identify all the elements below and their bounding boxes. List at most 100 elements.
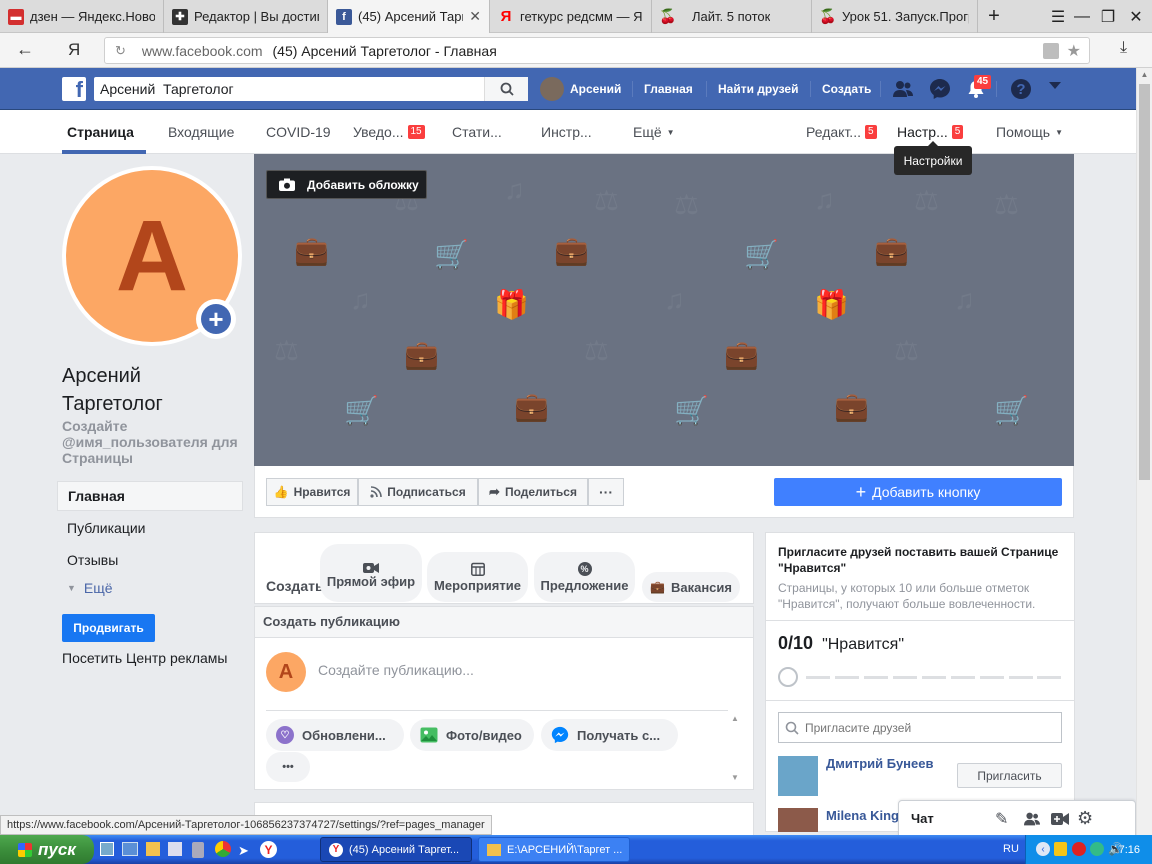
job-button[interactable]: 💼 Вакансия	[642, 572, 740, 602]
follow-button[interactable]: Подписаться	[358, 478, 478, 506]
event-button[interactable]: Мероприятие	[427, 552, 528, 602]
show-desktop-icon[interactable]	[100, 842, 114, 856]
tab-statistics[interactable]: Стати...	[452, 110, 502, 154]
back-arrow-icon[interactable]: ←	[16, 39, 34, 60]
search-input[interactable]	[94, 78, 484, 100]
language-indicator[interactable]: RU	[1003, 843, 1019, 855]
help-icon[interactable]: ?	[1011, 79, 1031, 99]
composer-scrollbar[interactable]: ▲ ▼	[729, 714, 741, 788]
scroll-thumb[interactable]	[1139, 84, 1150, 480]
browser-tab-2[interactable]: ✚ Редактор | Вы достиг	[164, 0, 328, 33]
create-username-link[interactable]: Создайте @имя_пользователя для Страницы	[62, 418, 242, 466]
tray-expand-icon[interactable]: ‹	[1036, 842, 1050, 856]
browser-tab-6[interactable]: 🍒 Урок 51. Запуск.Прогр	[812, 0, 978, 33]
antivirus-icon[interactable]	[1072, 842, 1086, 856]
search-button[interactable]	[484, 77, 528, 101]
friend-name-link[interactable]: Milena King	[826, 808, 899, 823]
get-messages-chip[interactable]: Получать с...	[541, 719, 678, 751]
invite-search-input[interactable]	[805, 720, 1055, 735]
tab-inbox[interactable]: Входящие	[168, 110, 234, 154]
pattern-cart-icon: 🛒	[344, 395, 379, 426]
explorer-icon[interactable]	[122, 842, 138, 856]
close-tab-icon[interactable]: ✕	[469, 8, 481, 25]
promote-button[interactable]: Продвигать	[62, 614, 155, 642]
taskbar-item-folder[interactable]: E:\АРСЕНИЙ\Таргет ...	[478, 837, 630, 862]
browser-tab-5[interactable]: 🍒 Лайт. 5 поток	[652, 0, 812, 33]
chat-settings-gear-icon[interactable]: ⚙	[1077, 808, 1093, 829]
left-nav-home[interactable]: Главная	[57, 481, 243, 511]
tab-page[interactable]: Страница	[67, 110, 134, 154]
cherry-icon: 🍒	[819, 8, 837, 24]
add-photo-button[interactable]: +	[196, 299, 236, 339]
chat-bar[interactable]: Чат ✎ ⚙	[898, 800, 1136, 836]
invite-friend-button[interactable]: Пригласить	[957, 763, 1062, 788]
close-window-icon[interactable]: ✕	[1122, 0, 1150, 33]
browser-tab-4[interactable]: Я геткурс редсмм — Ян	[490, 0, 652, 33]
more-options-button[interactable]: ···	[588, 478, 624, 506]
group-icon[interactable]	[1023, 811, 1041, 827]
notepad-icon[interactable]	[168, 842, 182, 856]
live-video-button[interactable]: Прямой эфир	[320, 544, 422, 602]
telegram-icon[interactable]: ➤	[238, 843, 249, 859]
download-icon[interactable]: ⤓	[1120, 39, 1127, 57]
share-button[interactable]: ➦ Поделиться	[478, 478, 588, 506]
tab-editor[interactable]: Редакт... 5	[806, 110, 877, 154]
new-tab-icon[interactable]: +	[980, 0, 1008, 33]
yandex-logo[interactable]: Я	[68, 40, 80, 60]
phone-icon[interactable]	[192, 842, 204, 858]
account-menu-caret-icon[interactable]	[1049, 82, 1061, 89]
minimize-icon[interactable]: —	[1068, 0, 1096, 33]
yandex-browser-icon[interactable]: Y	[260, 841, 277, 858]
like-button[interactable]: 👍 Нравится	[266, 478, 358, 506]
add-button-cta[interactable]: + Добавить кнопку	[774, 478, 1062, 506]
lock-icon[interactable]	[1042, 42, 1059, 59]
video-call-icon[interactable]	[1051, 811, 1071, 827]
friend-name-link[interactable]: Дмитрий Бунеев	[826, 756, 933, 771]
tab-more[interactable]: Ещё ▼	[633, 110, 675, 154]
network-icon[interactable]	[1090, 842, 1104, 856]
tab-notifications[interactable]: Уведо... 15	[353, 110, 425, 154]
page-scrollbar[interactable]: ▲	[1136, 68, 1152, 835]
ad-center-link[interactable]: Посетить Центр рекламы	[62, 650, 227, 666]
new-message-icon[interactable]: ✎	[995, 809, 1008, 829]
left-nav-reviews[interactable]: Отзывы	[57, 545, 243, 575]
scroll-up-icon[interactable]: ▲	[1137, 70, 1152, 79]
messenger-icon[interactable]	[929, 78, 951, 100]
yandex-news-icon: ▬	[8, 8, 24, 25]
composer-input[interactable]: Создайте публикацию...	[318, 662, 474, 678]
browser-tab-3-active[interactable]: f (45) Арсений Тарг ✕	[328, 0, 490, 33]
pattern-briefcase-icon: 💼	[554, 235, 589, 266]
browser-tab-1[interactable]: ▬ дзен — Яндекс.Новос	[0, 0, 164, 33]
url-field[interactable]: ↻ www.facebook.com (45) Арсений Таргетол…	[104, 37, 1090, 64]
facebook-logo[interactable]: f	[62, 77, 86, 101]
tab-covid[interactable]: COVID-19	[266, 110, 331, 154]
composer-divider	[266, 710, 728, 711]
taskbar-item-browser[interactable]: Y (45) Арсений Таргет...	[320, 837, 472, 862]
photo-icon	[420, 727, 438, 743]
update-chip[interactable]: ♡ Обновлени...	[266, 719, 404, 751]
bookmark-star-icon[interactable]: ★	[1067, 41, 1081, 61]
nav-find-friends-link[interactable]: Найти друзей	[718, 68, 798, 110]
add-cover-button[interactable]: Добавить обложку	[266, 170, 427, 199]
tab-help[interactable]: Помощь ▼	[996, 110, 1063, 154]
restore-icon[interactable]: ❐	[1094, 0, 1122, 33]
shield-icon[interactable]	[1054, 842, 1067, 856]
rss-icon	[370, 486, 383, 498]
folder-icon[interactable]	[146, 842, 160, 856]
profile-link[interactable]: Арсений	[540, 68, 621, 110]
more-chip[interactable]: •••	[266, 752, 310, 782]
offer-button[interactable]: % Предложение	[534, 552, 635, 602]
tab-tools[interactable]: Инстр...	[541, 110, 592, 154]
cover-photo-area[interactable]: ⚖ ♫ ⚖ ⚖ ♫ ⚖ ⚖ 💼 🛒 💼 🛒 💼 ♫ 🎁 ♫ 🎁 ♫ ⚖ 💼 ⚖ …	[254, 154, 1074, 466]
left-nav-more[interactable]: ▼ Ещё	[57, 573, 243, 603]
tab-notifications-badge: 15	[407, 125, 425, 139]
start-button[interactable]: пуск	[0, 835, 94, 864]
left-nav-posts[interactable]: Публикации	[57, 513, 243, 543]
photo-video-chip[interactable]: Фото/видео	[410, 719, 534, 751]
nav-create-link[interactable]: Создать	[822, 68, 871, 110]
reload-icon[interactable]: ↻	[115, 43, 126, 59]
volume-icon[interactable]: 🔊	[1108, 842, 1123, 856]
nav-home-link[interactable]: Главная	[644, 68, 693, 110]
friend-requests-icon[interactable]	[892, 79, 914, 99]
chrome-icon[interactable]	[215, 841, 231, 857]
